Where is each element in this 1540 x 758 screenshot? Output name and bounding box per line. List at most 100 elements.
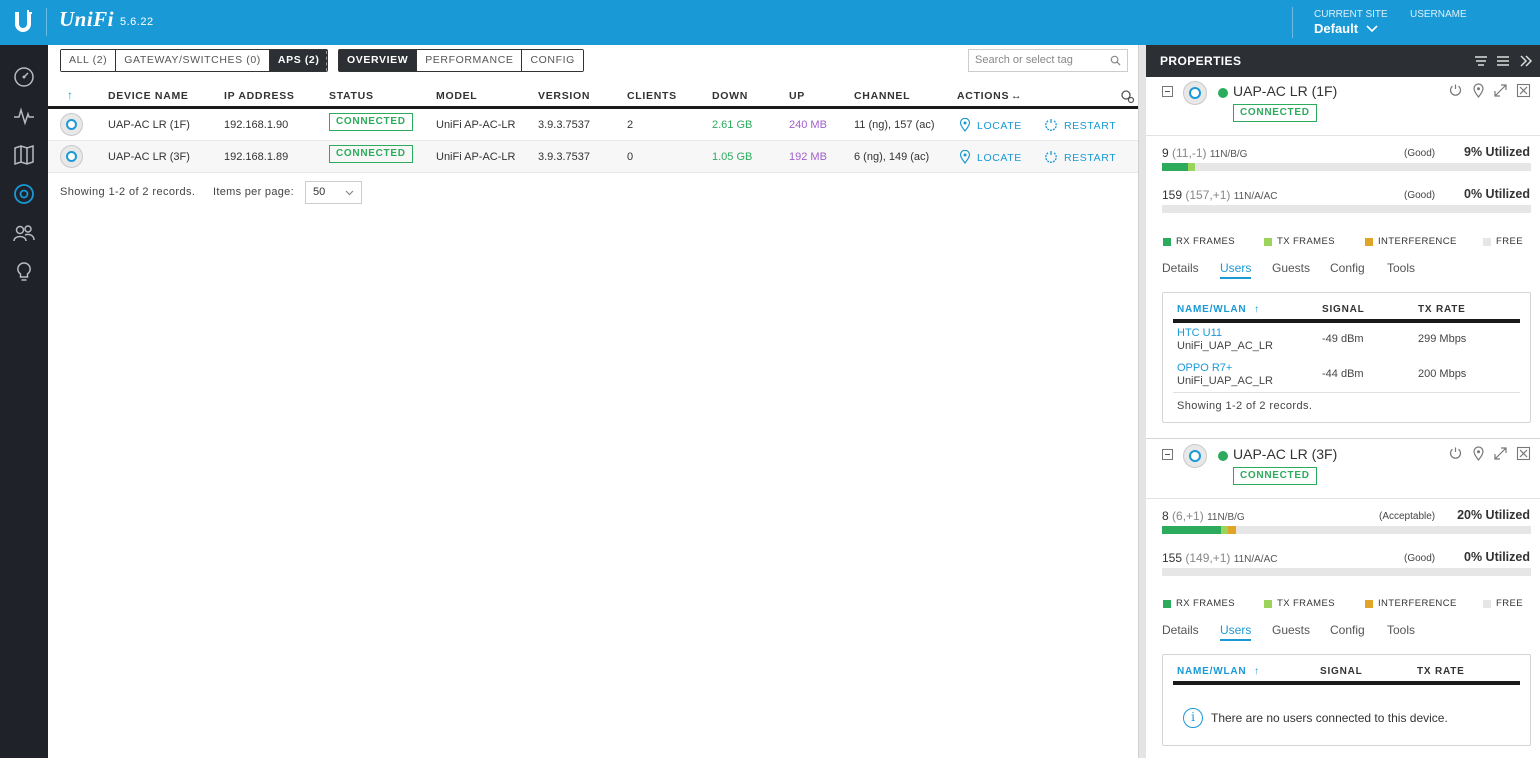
column-actions[interactable]: ACTIONS	[957, 90, 1009, 102]
device-card-header: UAP-AC LR (1F) CONNECTED	[1146, 77, 1540, 127]
column-clients[interactable]: CLIENTS	[627, 90, 677, 102]
config-button[interactable]: CONFIG	[522, 50, 583, 71]
column-down[interactable]: DOWN	[712, 90, 748, 102]
tab-users[interactable]: Users	[1220, 261, 1252, 279]
menu-icon[interactable]	[1495, 53, 1511, 69]
upload-total: 240 MB	[789, 119, 827, 131]
map-icon[interactable]	[12, 143, 36, 167]
column-name-wlan[interactable]: NAME/WLAN ↑	[1177, 304, 1260, 315]
collapse-card-button[interactable]	[1162, 86, 1173, 97]
tab-config[interactable]: Config	[1330, 261, 1365, 275]
username-label[interactable]: USERNAME	[1410, 9, 1467, 20]
locate-button[interactable]: LOCATE	[959, 117, 1022, 132]
status-badge: CONNECTED	[329, 145, 413, 163]
expand-icon[interactable]	[1493, 446, 1508, 461]
column-settings-icon[interactable]	[1120, 89, 1135, 104]
table-row[interactable]: UAP-AC LR (1F) 192.168.1.90 CONNECTED Un…	[48, 109, 1146, 141]
devices-icon[interactable]	[12, 182, 36, 206]
column-tx-rate[interactable]: TX RATE	[1417, 666, 1465, 677]
card-tabs: Details Users Guests Config Tools	[1146, 261, 1540, 283]
radio-utilization-value: 0% Utilized	[1464, 187, 1530, 201]
collapse-panel-icon[interactable]	[1518, 53, 1534, 69]
column-ip-address[interactable]: IP ADDRESS	[224, 90, 295, 102]
items-per-page-select[interactable]: 50	[305, 181, 362, 204]
tab-details[interactable]: Details	[1162, 261, 1199, 275]
column-model[interactable]: MODEL	[436, 90, 477, 102]
radio-channel: 159	[1162, 188, 1183, 202]
ubiquiti-logo-icon[interactable]	[12, 10, 34, 34]
device-name[interactable]: UAP-AC LR (1F)	[108, 119, 190, 131]
model: UniFi AP-AC-LR	[436, 119, 516, 131]
utilization-bar	[1162, 163, 1531, 171]
location-pin-icon	[959, 149, 971, 164]
filter-all-button[interactable]: ALL (2)	[61, 50, 117, 71]
column-name-wlan[interactable]: NAME/WLAN ↑	[1177, 666, 1260, 677]
tab-tools[interactable]: Tools	[1387, 623, 1415, 637]
sort-arrow-icon[interactable]: ↑	[67, 88, 74, 102]
dashboard-icon[interactable]	[12, 65, 36, 89]
restart-button[interactable]: RESTART	[1044, 150, 1116, 164]
filter-aps-button[interactable]: APS (2)	[269, 50, 328, 71]
radio-utilization-value: 20% Utilized	[1457, 508, 1530, 522]
resize-arrow-icon[interactable]: ↔	[1011, 90, 1022, 102]
location-pin-icon[interactable]	[1471, 83, 1486, 98]
card-tabs: Details Users Guests Config Tools	[1146, 623, 1540, 645]
clients-icon[interactable]	[12, 221, 36, 245]
user-name[interactable]: OPPO R7+	[1177, 362, 1232, 374]
device-name[interactable]: UAP-AC LR (3F)	[108, 151, 190, 163]
table-row[interactable]: UAP-AC LR (3F) 192.168.1.89 CONNECTED Un…	[48, 141, 1146, 173]
radio-utilization: 8 (6,+1) 11N/B/G (Acceptable) 20% Utiliz…	[1146, 498, 1540, 578]
close-icon[interactable]	[1516, 83, 1531, 98]
tab-details[interactable]: Details	[1162, 623, 1199, 637]
insights-icon[interactable]	[12, 260, 36, 284]
channel: 11 (ng), 157 (ac)	[854, 119, 935, 131]
location-pin-icon	[959, 117, 971, 132]
radio-channel: 155	[1162, 551, 1183, 565]
column-channel[interactable]: CHANNEL	[854, 90, 910, 102]
column-status[interactable]: STATUS	[329, 90, 374, 102]
restart-icon[interactable]	[1448, 446, 1463, 461]
filter-gateways-button[interactable]: GATEWAY/SWITCHES (0)	[116, 50, 270, 71]
location-pin-icon[interactable]	[1471, 446, 1486, 461]
top-bar: UniFi 5.6.22 CURRENT SITE Default USERNA…	[0, 0, 1540, 45]
overview-button[interactable]: OVERVIEW	[339, 50, 418, 71]
radio-ng-label: 8 (6,+1) 11N/B/G	[1162, 509, 1245, 523]
column-up[interactable]: UP	[789, 90, 805, 102]
user-signal: -44 dBm	[1322, 368, 1364, 380]
user-name[interactable]: HTC U11	[1177, 327, 1222, 339]
site-name: Default	[1314, 21, 1359, 36]
site-selector[interactable]: Default	[1314, 21, 1378, 36]
panel-splitter[interactable]	[1138, 45, 1146, 758]
search-input[interactable]: Search or select tag	[968, 49, 1128, 72]
tab-tools[interactable]: Tools	[1387, 261, 1415, 275]
statistics-icon[interactable]	[12, 104, 36, 128]
column-device-name[interactable]: DEVICE NAME	[108, 90, 189, 102]
expand-icon[interactable]	[1493, 83, 1508, 98]
column-signal[interactable]: SIGNAL	[1320, 666, 1363, 677]
performance-button[interactable]: PERFORMANCE	[417, 50, 523, 71]
collapse-card-button[interactable]	[1162, 449, 1173, 460]
properties-header: PROPERTIES	[1146, 45, 1540, 77]
users-header-rule	[1173, 681, 1520, 685]
close-icon[interactable]	[1516, 446, 1531, 461]
column-version[interactable]: VERSION	[538, 90, 590, 102]
channel: 6 (ng), 149 (ac)	[854, 151, 930, 163]
column-signal[interactable]: SIGNAL	[1322, 304, 1365, 315]
search-icon	[1110, 55, 1121, 66]
restart-button[interactable]: RESTART	[1044, 118, 1116, 132]
tab-config[interactable]: Config	[1330, 623, 1365, 637]
tab-guests[interactable]: Guests	[1272, 261, 1310, 275]
locate-button[interactable]: LOCATE	[959, 149, 1022, 164]
chevron-down-icon	[345, 190, 354, 196]
access-point-icon	[60, 145, 83, 168]
user-signal: -49 dBm	[1322, 333, 1364, 345]
list-view-icon[interactable]	[1473, 53, 1489, 69]
column-tx-rate[interactable]: TX RATE	[1418, 304, 1466, 315]
utilization-bar	[1162, 526, 1531, 534]
devices-panel: ALL (2) GATEWAY/SWITCHES (0) APS (2) OVE…	[48, 45, 1146, 758]
online-status-dot	[1218, 451, 1228, 461]
restart-icon[interactable]	[1448, 83, 1463, 98]
tab-users[interactable]: Users	[1220, 623, 1252, 641]
users-records-summary: Showing 1-2 of 2 records.	[1177, 400, 1313, 412]
tab-guests[interactable]: Guests	[1272, 623, 1310, 637]
